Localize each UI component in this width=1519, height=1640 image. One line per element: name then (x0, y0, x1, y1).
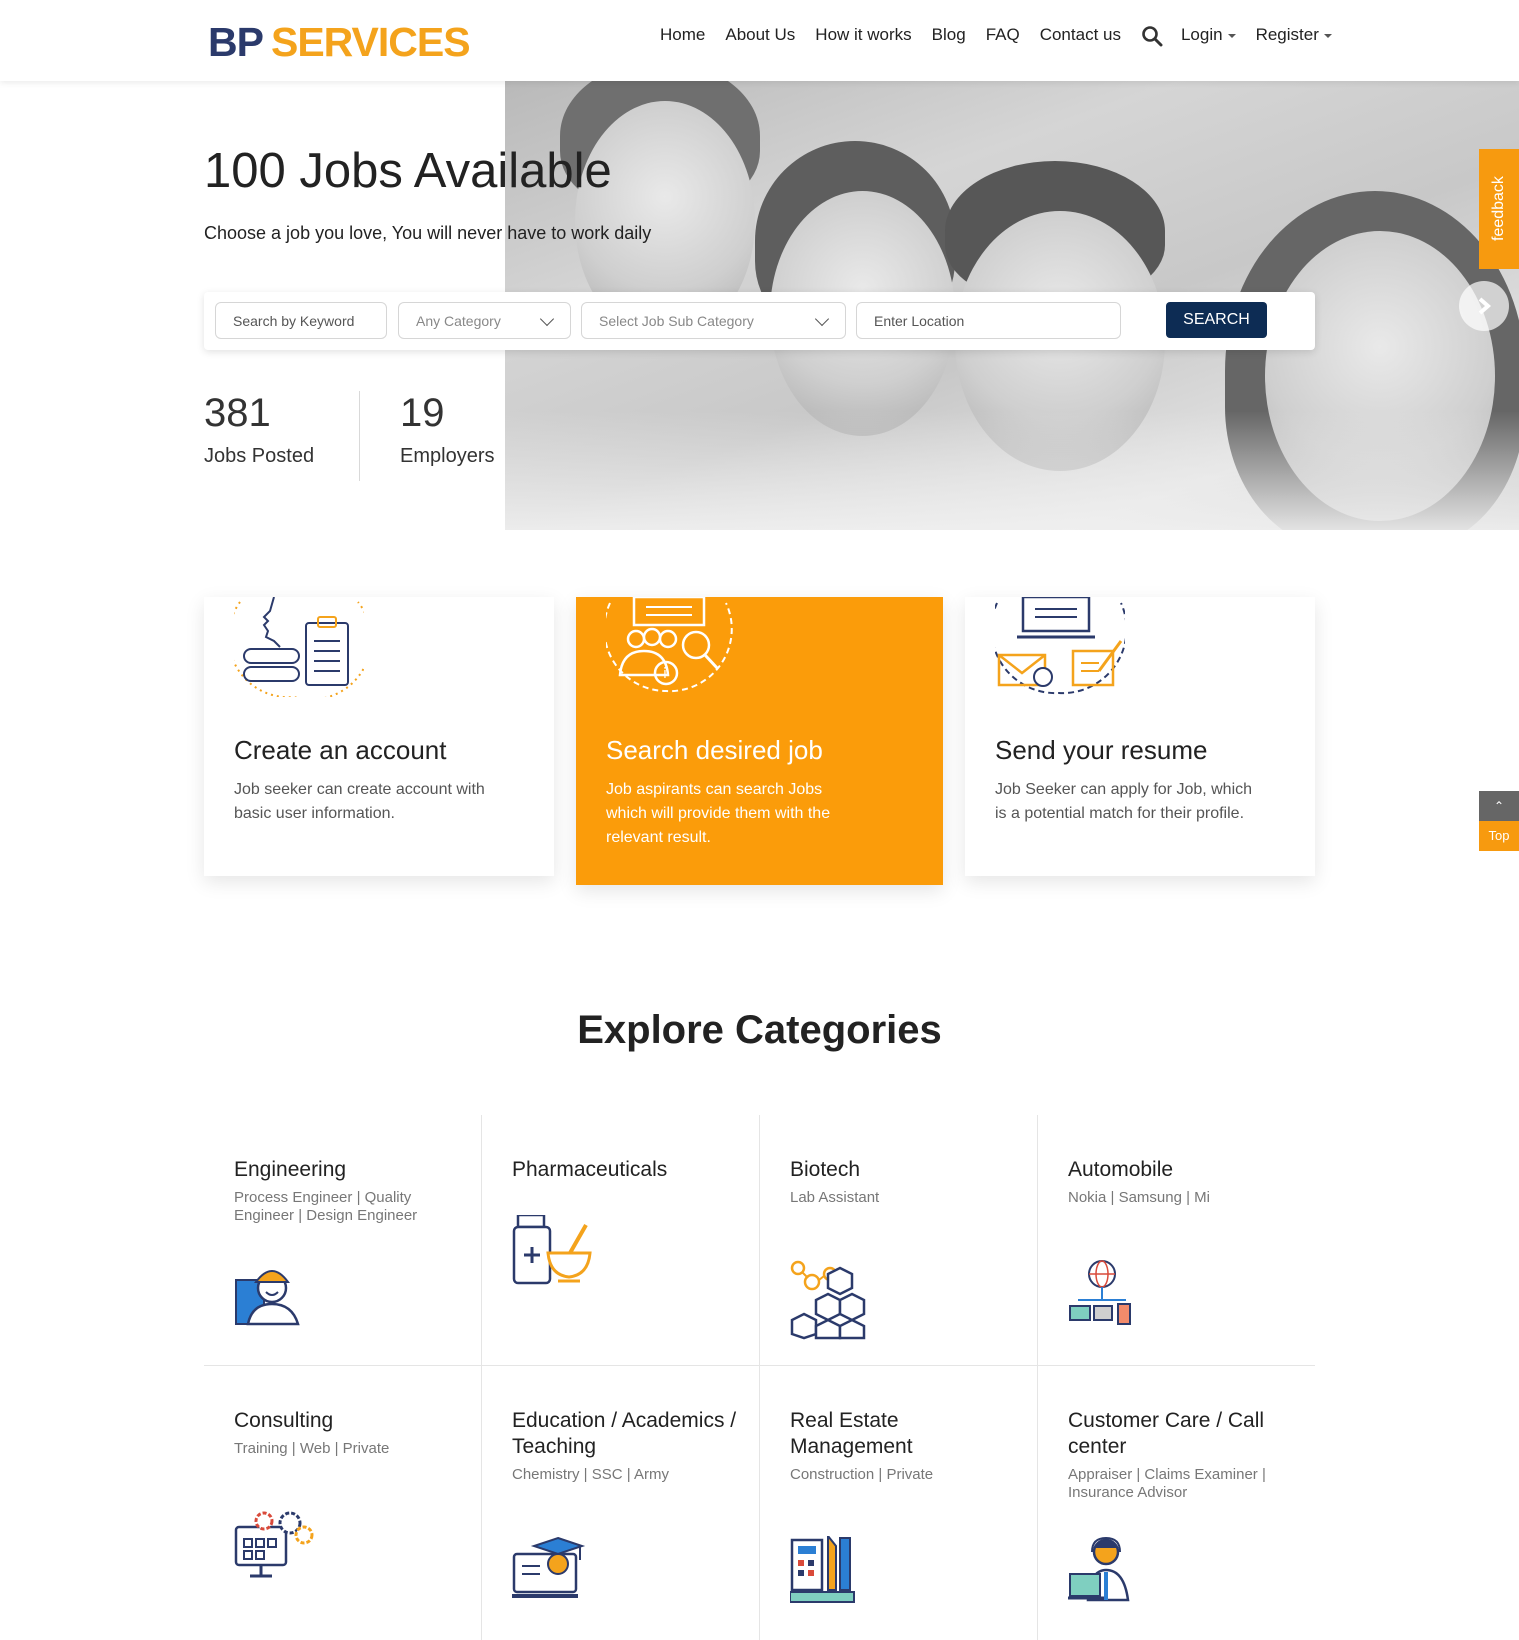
stats: 381 Jobs Posted 19 Employers (204, 391, 555, 481)
category-subcategories: Lab Assistant (790, 1189, 880, 1206)
category-card-pharmaceuticals[interactable]: Pharmaceuticals (482, 1115, 760, 1366)
support-agent-icon (1068, 1536, 1130, 1602)
back-to-top-button[interactable]: ⌃ Top (1479, 791, 1519, 851)
category-name: Biotech (790, 1158, 861, 1181)
category-subcategories: Training | Web | Private (234, 1440, 390, 1457)
category-subcategories: Process Engineer | Quality Engineer | De… (234, 1189, 418, 1224)
login-dropdown[interactable]: Login (1181, 25, 1236, 45)
stat-label: Employers (400, 445, 495, 467)
how-it-works-steps: Create an account Job seeker can create … (204, 597, 1315, 887)
category-card-education[interactable]: Education / Academics / Teaching Chemist… (482, 1366, 760, 1640)
category-subcategories: Nokia | Samsung | Mi (1068, 1189, 1211, 1206)
category-card-consulting[interactable]: Consulting Training | Web | Private (204, 1366, 482, 1640)
molecule-icon (790, 1260, 866, 1340)
category-grid: Engineering Process Engineer | Quality E… (204, 1115, 1315, 1640)
register-label: Register (1255, 25, 1319, 44)
login-label: Login (1180, 25, 1223, 44)
job-search-icon: i (606, 597, 733, 693)
gears-monitor-icon (234, 1511, 314, 1578)
category-card-engineering[interactable]: Engineering Process Engineer | Quality E… (204, 1115, 482, 1366)
stat-divider (359, 391, 360, 481)
calculator-ruler-icon (790, 1536, 855, 1603)
svg-text:i: i (663, 666, 667, 682)
stat-label: Jobs Posted (204, 445, 315, 467)
location-input[interactable]: Enter Location (856, 302, 1121, 339)
chevron-down-icon (1323, 33, 1332, 38)
step-card-create-account: Create an account Job seeker can create … (204, 597, 554, 876)
stat-value: 381 (204, 391, 271, 435)
feedback-tab[interactable]: feedback (1479, 149, 1519, 269)
categories-heading: Explore Categories (577, 1008, 942, 1052)
stat-employers: 19 Employers (400, 391, 555, 481)
job-search-bar: Search by Keyword Any Category Select Jo… (204, 292, 1315, 350)
send-resume-icon (995, 597, 1125, 695)
back-to-top-label: Top (1479, 821, 1519, 851)
graduation-icon (512, 1536, 586, 1598)
site-header: BP SERVICES Home About Us How it works B… (0, 0, 1519, 81)
chevron-right-icon (1478, 297, 1492, 315)
nav-contact-us[interactable]: Contact us (1040, 25, 1121, 45)
hero-section: 100 Jobs Available Choose a job you love… (0, 81, 1519, 530)
nav-how-it-works[interactable]: How it works (815, 25, 911, 45)
category-select-value: Any Category (416, 313, 501, 329)
step-title: Create an account (234, 735, 447, 765)
step-description: Job seeker can create account with basic… (234, 781, 485, 822)
nav-home[interactable]: Home (660, 25, 705, 45)
hero-subtitle: Choose a job you love, You will never ha… (204, 223, 652, 243)
step-title: Search desired job (606, 735, 823, 765)
logo-text-left: BP (208, 18, 264, 65)
step-card-send-resume: Send your resume Job Seeker can apply fo… (965, 597, 1315, 876)
category-name: Pharmaceuticals (512, 1158, 668, 1181)
category-subcategories: Construction | Private (790, 1466, 934, 1483)
nav-faq[interactable]: FAQ (986, 25, 1020, 45)
step-card-search-job: i Search desired job Job aspirants can s… (576, 597, 943, 885)
category-card-real-estate[interactable]: Real Estate Management Construction | Pr… (760, 1366, 1038, 1640)
engineer-icon (235, 1270, 300, 1326)
category-name: Consulting (234, 1409, 334, 1432)
medicine-icon (512, 1215, 592, 1285)
chevron-down-icon (1227, 33, 1236, 38)
site-logo[interactable]: BP SERVICES (208, 18, 471, 65)
subcategory-select-value: Select Job Sub Category (599, 313, 754, 329)
page: BP SERVICES Home About Us How it works B… (0, 0, 1519, 1640)
nav-blog[interactable]: Blog (932, 25, 966, 45)
step-description: Job aspirants can search Jobs which will… (606, 781, 831, 846)
chevron-up-icon: ⌃ (1479, 791, 1519, 821)
account-setup-icon (234, 597, 364, 697)
category-name: Education / Academics / Teaching (512, 1409, 737, 1458)
category-name: Engineering (234, 1158, 347, 1181)
nav-about-us[interactable]: About Us (725, 25, 795, 45)
step-title: Send your resume (995, 735, 1208, 765)
chevron-down-icon (539, 311, 555, 327)
hero-title: 100 Jobs Available (204, 144, 612, 198)
stat-value: 19 (400, 391, 445, 435)
slider-next-button[interactable] (1459, 281, 1509, 331)
category-card-customer-care[interactable]: Customer Care / Call center Appraiser | … (1038, 1366, 1315, 1640)
network-icon (1069, 1260, 1131, 1325)
logo-text-right: SERVICES (270, 18, 471, 65)
category-name: Automobile (1068, 1158, 1174, 1181)
category-select[interactable]: Any Category (398, 302, 571, 339)
category-card-automobile[interactable]: Automobile Nokia | Samsung | Mi (1038, 1115, 1315, 1366)
category-name: Customer Care / Call center (1068, 1409, 1265, 1458)
search-button[interactable]: SEARCH (1166, 302, 1267, 338)
subcategory-select[interactable]: Select Job Sub Category (581, 302, 846, 339)
keyword-input[interactable]: Search by Keyword (215, 302, 387, 339)
category-card-biotech[interactable]: Biotech Lab Assistant (760, 1115, 1038, 1366)
category-subcategories: Appraiser | Claims Examiner | Insurance … (1068, 1466, 1266, 1501)
category-subcategories: Chemistry | SSC | Army (512, 1466, 669, 1483)
category-name: Real Estate Management (790, 1409, 913, 1458)
register-dropdown[interactable]: Register (1256, 25, 1332, 45)
search-icon[interactable] (1141, 25, 1163, 47)
step-description: Job Seeker can apply for Job, which is a… (995, 781, 1253, 822)
main-nav: Home About Us How it works Blog FAQ Cont… (660, 24, 1332, 47)
chevron-down-icon (814, 311, 830, 327)
stat-jobs-posted: 381 Jobs Posted (204, 391, 359, 481)
